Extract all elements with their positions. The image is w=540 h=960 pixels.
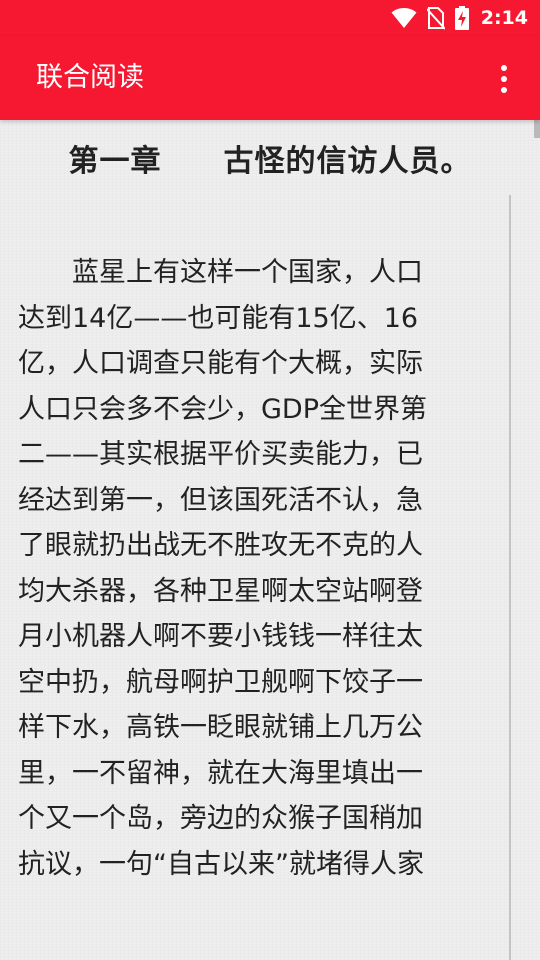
text-line: 均大杀器，各种卫星啊太空站啊登 (18, 575, 423, 607)
text-line: 样下水，高铁一眨眼就铺上几万公 (18, 712, 423, 743)
more-vert-icon-dot (501, 87, 507, 93)
text-line: 空中扔，航母啊护卫舰啊下饺子一 (18, 666, 423, 698)
battery-charging-icon (454, 6, 469, 30)
wifi-icon (391, 8, 417, 28)
text-line: 人口只会多不会少，GDP全世界第 (18, 393, 427, 425)
text-line: 月小机器人啊不要小钱钱一样往太 (18, 621, 423, 652)
text-line: 达到14亿——也可能有15亿、16 (18, 302, 419, 334)
text-line: 了眼就扔出战无不胜攻无不克的人 (18, 530, 423, 561)
more-options-button[interactable] (496, 65, 512, 93)
text-line: 亿，人口调查只能有个大概，实际 (18, 348, 423, 379)
text-line: 个又一个岛，旁边的众猴子国稍加 (18, 803, 423, 834)
text-line: 经达到第一，但该国死活不认，急 (18, 484, 423, 516)
app-bar: 联合阅读 (0, 36, 540, 120)
reader-screen: 2:14 联合阅读 第一章 古怪的信访人员。 蓝星上有这样一个国家，人口 达到1… (0, 0, 540, 960)
reader-content[interactable]: 第一章 古怪的信访人员。 蓝星上有这样一个国家，人口 达到14亿——也可能有15… (0, 120, 540, 960)
app-title: 联合阅读 (36, 62, 144, 93)
text-line: 抗议，一句“自古以来”就堵得人家 (18, 848, 424, 880)
page-divider (509, 195, 511, 960)
text-line: 里，一不留神，就在大海里填出一 (18, 757, 423, 789)
chapter-title: 第一章 古怪的信访人员。 (68, 144, 472, 179)
more-vert-icon-dot (501, 76, 507, 82)
text-line: 二——其实根据平价买卖能力，已 (18, 439, 423, 470)
status-icons: 2:14 (391, 0, 528, 36)
chapter-body: 蓝星上有这样一个国家，人口 达到14亿——也可能有15亿、16 亿，人口调查只能… (18, 250, 478, 887)
status-time: 2:14 (480, 7, 528, 29)
no-sim-icon (426, 7, 445, 30)
text-line: 蓝星上有这样一个国家，人口 (18, 257, 423, 288)
more-vert-icon (501, 65, 507, 71)
status-bar: 2:14 (0, 0, 540, 36)
